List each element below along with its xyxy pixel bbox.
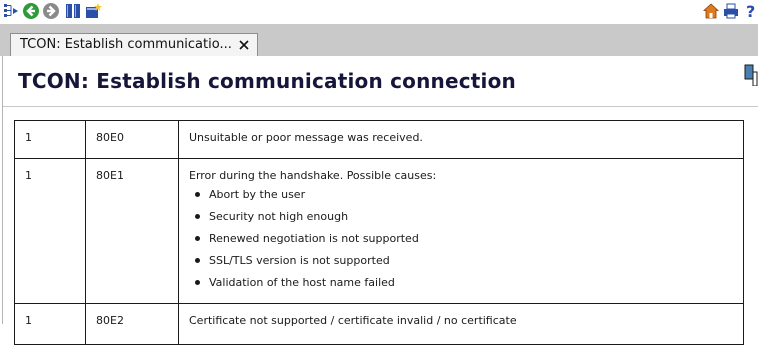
table-cell: Error during the handshake. Possible cau… (179, 159, 743, 303)
forward-icon[interactable] (42, 2, 60, 20)
tab-label: TCON: Establish communicatio... (20, 37, 232, 52)
list-item: Renewed negotiation is not supported (189, 232, 743, 254)
title-divider (3, 106, 758, 107)
table-cell: 1 (25, 314, 32, 327)
error-table: 1 80E0 Unsuitable or poor message was re… (14, 120, 744, 345)
print-icon[interactable] (722, 2, 740, 20)
table-row: 1 80E0 Unsuitable or poor message was re… (14, 120, 744, 159)
back-icon[interactable] (22, 2, 40, 20)
causes-list: Abort by the user Security not high enou… (189, 188, 743, 298)
tab-tcon[interactable]: TCON: Establish communicatio... (10, 33, 258, 56)
table-cell: Certificate not supported / certificate … (189, 314, 517, 327)
help-label: ? (746, 2, 756, 21)
table-cell: 80E2 (96, 314, 124, 327)
cell-description: Error during the handshake. Possible cau… (189, 169, 437, 182)
toolbar: ? (0, 0, 758, 25)
table-cell: Unsuitable or poor message was received. (189, 131, 423, 144)
close-icon[interactable] (237, 37, 251, 51)
table-row: 1 80E1 Error during the handshake. Possi… (14, 158, 744, 304)
bookmarks-icon[interactable] (64, 2, 82, 20)
help-icon[interactable]: ? (746, 2, 758, 21)
list-item: Abort by the user (189, 188, 743, 210)
tab-strip: TCON: Establish communicatio... (0, 24, 758, 56)
table-cell: 80E1 (96, 169, 124, 182)
tree-sync-icon[interactable] (2, 2, 20, 20)
list-item: Security not high enough (189, 210, 743, 232)
new-bookmark-icon[interactable] (84, 2, 102, 20)
table-row: 1 80E2 Certificate not supported / certi… (14, 303, 744, 345)
table-cell: 1 (25, 169, 32, 182)
page-title: TCON: Establish communication connection (18, 69, 516, 93)
list-item: SSL/TLS version is not supported (189, 254, 743, 276)
home-icon[interactable] (702, 2, 720, 20)
help-content: TCON: Establish communication connection… (0, 56, 758, 345)
table-cell: 1 (25, 131, 32, 144)
list-item: Validation of the host name failed (189, 276, 743, 298)
table-cell: 80E0 (96, 131, 124, 144)
panel-toggle-icon[interactable] (744, 64, 758, 87)
left-border (2, 56, 3, 324)
